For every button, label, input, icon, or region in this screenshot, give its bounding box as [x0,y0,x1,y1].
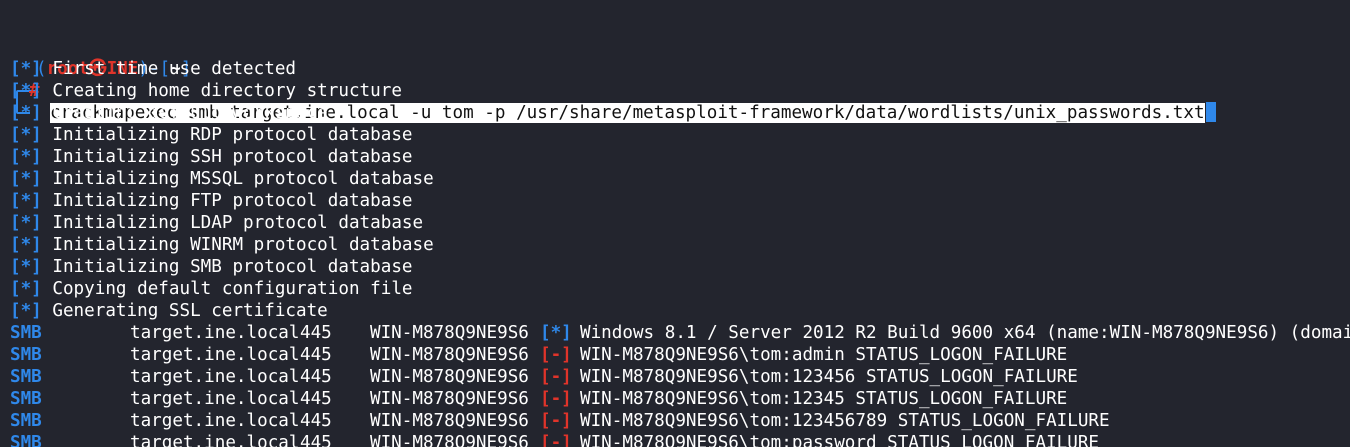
info-text: Initializing RDP protocol database [52,125,413,145]
terminal-window[interactable]: (root㉿INE)-[~] # crackmapexec smb target… [0,0,1350,447]
info-text: Creating default workspace [52,103,328,123]
smb-target-host: target.ine.local [130,411,300,431]
info-text: Initializing WINRM protocol database [52,235,434,255]
smb-hostname: WIN-M878Q9NE9S6 [370,323,529,343]
info-line: [*] First time use detected [0,58,1350,80]
info-output: [*] First time use detected [*] Creating … [0,58,1350,322]
smb-message: WIN-M878Q9NE9S6\tom:123456789 STATUS_LOG… [580,411,1110,431]
smb-hostname: WIN-M878Q9NE9S6 [370,345,529,365]
info-text: Initializing LDAP protocol database [52,213,424,233]
smb-target-host: target.ine.local [130,389,300,409]
info-line: [*] Creating default workspace [0,102,1350,124]
info-text: Initializing SSH protocol database [52,147,413,167]
info-marker: [*] [10,125,42,145]
info-line: [*] Initializing RDP protocol database [0,124,1350,146]
smb-port: 445 [300,389,332,409]
smb-status-marker: [-] [540,367,572,387]
info-text: Generating SSL certificate [52,301,328,321]
info-marker: [*] [10,235,42,255]
info-marker: [*] [10,59,42,79]
smb-protocol: SMB [10,389,42,409]
smb-message: WIN-M878Q9NE9S6\tom:admin STATUS_LOGON_F… [580,345,1068,365]
info-line: [*] Initializing WINRM protocol database [0,234,1350,256]
info-marker: [*] [10,191,42,211]
info-marker: [*] [10,213,42,233]
info-line: [*] Initializing SMB protocol database [0,256,1350,278]
command-line[interactable]: # crackmapexec smb target.ine.local -u t… [0,36,1350,123]
info-marker: [*] [10,103,42,123]
smb-row: SMB target.ine.local 445 WIN-M878Q9NE9S6 [-]… [0,344,1350,366]
smb-target-host: target.ine.local [130,323,300,343]
info-marker: [*] [10,169,42,189]
smb-row: SMB target.ine.local 445 WIN-M878Q9NE9S6 [-]… [0,366,1350,388]
info-marker: [*] [10,257,42,277]
smb-row: SMB target.ine.local 445 WIN-M878Q9NE9S6 [*]… [0,322,1350,344]
prompt-header-line: (root㉿INE)-[~] [0,14,1350,102]
info-line: [*] Creating home directory structure [0,80,1350,102]
smb-row: SMB target.ine.local 445 WIN-M878Q9NE9S6 [-]… [0,432,1350,447]
smb-port: 445 [300,367,332,387]
smb-protocol: SMB [10,367,42,387]
smb-protocol: SMB [10,345,42,365]
info-line: [*] Initializing FTP protocol database [0,190,1350,212]
info-line: [*] Initializing LDAP protocol database [0,212,1350,234]
smb-hostname: WIN-M878Q9NE9S6 [370,433,529,447]
info-text: Initializing MSSQL protocol database [52,169,434,189]
smb-hostname: WIN-M878Q9NE9S6 [370,389,529,409]
smb-hostname: WIN-M878Q9NE9S6 [370,411,529,431]
info-text: Copying default configuration file [52,279,413,299]
info-marker: [*] [10,279,42,299]
smb-message: Windows 8.1 / Server 2012 R2 Build 9600 … [580,323,1350,343]
info-line: [*] Generating SSL certificate [0,300,1350,322]
smb-target-host: target.ine.local [130,433,300,447]
info-marker: [*] [10,301,42,321]
smb-status-marker: [-] [540,345,572,365]
smb-row: SMB target.ine.local 445 WIN-M878Q9NE9S6 [-]… [0,410,1350,432]
info-text: Initializing FTP protocol database [52,191,413,211]
smb-port: 445 [300,323,332,343]
smb-protocol: SMB [10,411,42,431]
smb-output: SMB target.ine.local 445 WIN-M878Q9NE9S6 [*]… [0,322,1350,447]
smb-protocol: SMB [10,433,42,447]
smb-protocol: SMB [10,323,42,343]
smb-message: WIN-M878Q9NE9S6\tom:12345 STATUS_LOGON_F… [580,389,1068,409]
smb-status-marker: [*] [540,323,572,343]
smb-port: 445 [300,433,332,447]
smb-target-host: target.ine.local [130,367,300,387]
info-text: Creating home directory structure [52,81,402,101]
smb-status-marker: [-] [540,411,572,431]
info-marker: [*] [10,147,42,167]
smb-port: 445 [300,345,332,365]
smb-target-host: target.ine.local [130,345,300,365]
smb-row: SMB target.ine.local 445 WIN-M878Q9NE9S6 [-]… [0,388,1350,410]
smb-message: WIN-M878Q9NE9S6\tom:password STATUS_LOGO… [580,433,1100,447]
smb-status-marker: [-] [540,389,572,409]
info-line: [*] Copying default configuration file [0,278,1350,300]
info-line: [*] Initializing SSH protocol database [0,146,1350,168]
smb-message: WIN-M878Q9NE9S6\tom:123456 STATUS_LOGON_… [580,367,1078,387]
info-marker: [*] [10,81,42,101]
smb-port: 445 [300,411,332,431]
info-text: First time use detected [52,59,296,79]
smb-status-marker: [-] [540,433,572,447]
info-text: Initializing SMB protocol database [52,257,413,277]
info-line: [*] Initializing MSSQL protocol database [0,168,1350,190]
smb-hostname: WIN-M878Q9NE9S6 [370,367,529,387]
